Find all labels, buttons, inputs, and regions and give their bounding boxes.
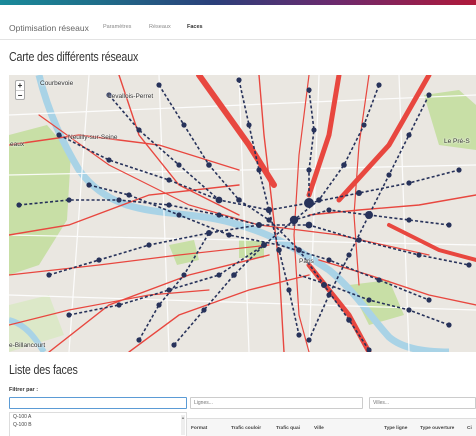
top-navigation: Optimisation réseaux Paramètres Réseaux … <box>0 16 476 36</box>
column-header-format[interactable]: Format <box>191 426 207 431</box>
column-header-trafic-couloir[interactable]: Trafic couloir <box>231 426 261 431</box>
column-header-ci[interactable]: Ci <box>467 426 472 431</box>
villes-filter-input[interactable] <box>369 397 476 409</box>
app-title[interactable]: Optimisation réseaux <box>9 23 89 33</box>
map-label-courbevoie: Courbevoie <box>40 80 74 87</box>
column-header-ville[interactable]: Ville <box>314 426 324 431</box>
nav-divider <box>0 39 476 40</box>
list-scrollbar[interactable] <box>181 415 185 435</box>
top-accent-bar <box>0 0 476 5</box>
map-canvas[interactable] <box>9 75 476 352</box>
map-label-neuilly: Neuilly-sur-Seine <box>68 134 118 141</box>
column-header-type-ligne[interactable]: Type ligne <box>384 426 407 431</box>
filter-label: Filtrer par : <box>9 387 39 393</box>
map-label-paris: Paris <box>299 258 314 265</box>
list-item[interactable]: Q-100 B <box>10 421 186 429</box>
map-zoom-control: + − <box>15 80 25 100</box>
map-label-billancourt: e-Billancourt <box>9 342 46 349</box>
column-header-type-ouverture[interactable]: Type ouverture <box>420 426 454 431</box>
map-label-eaux: eaux <box>10 141 25 148</box>
map-label-le-pre: Le Pré-S <box>444 138 470 145</box>
face-filter-input[interactable] <box>9 397 187 409</box>
zoom-out-button[interactable]: − <box>16 90 24 100</box>
park-area <box>239 240 264 258</box>
faces-table-header: Format Trafic couloir Trafic quai Ville … <box>187 418 476 436</box>
lignes-filter-input[interactable] <box>190 397 363 409</box>
park-area <box>169 240 199 265</box>
map-section-title: Carte des différents réseaux <box>9 49 139 64</box>
map-label-levallois: Levallois-Perret <box>108 93 154 100</box>
column-header-trafic-quai[interactable]: Trafic quai <box>276 426 300 431</box>
tab-faces[interactable]: Faces <box>187 24 203 30</box>
face-list[interactable]: Q-100 A Q-100 B <box>9 412 187 436</box>
tab-parametres[interactable]: Paramètres <box>103 24 131 30</box>
zoom-in-button[interactable]: + <box>16 81 24 90</box>
network-map[interactable] <box>9 75 476 352</box>
tab-reseaux[interactable]: Réseaux <box>149 24 171 30</box>
faces-section-title: Liste des faces <box>9 362 78 377</box>
list-item[interactable]: Q-100 A <box>10 413 186 421</box>
